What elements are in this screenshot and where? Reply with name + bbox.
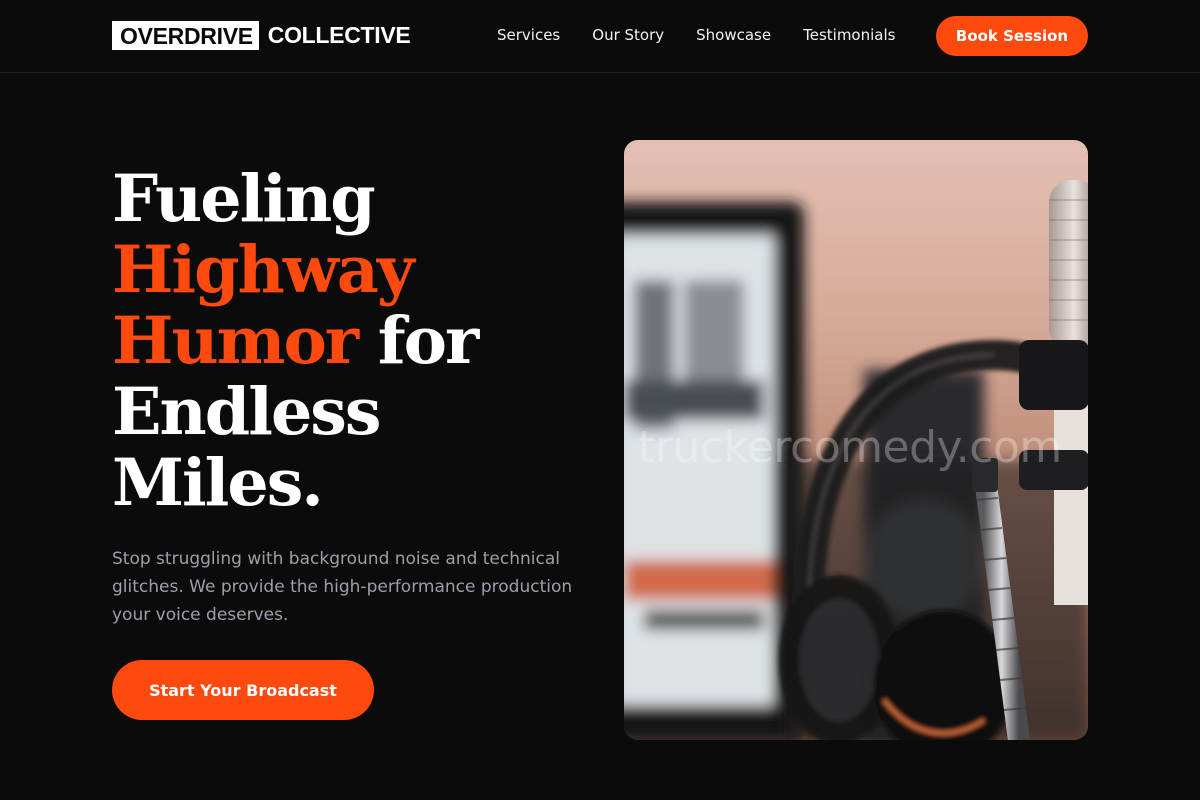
nav-link-services[interactable]: Services (497, 26, 560, 44)
book-session-button[interactable]: Book Session (936, 16, 1088, 56)
logo-box-text: OVERDRIVE (112, 21, 259, 50)
headline-line-3-accent: Humor (112, 303, 359, 379)
headline-line-4: Endless (112, 374, 381, 450)
hero-headline: Fueling Highway Humor for Endless Miles. (112, 164, 582, 519)
start-broadcast-button[interactable]: Start Your Broadcast (112, 660, 374, 720)
site-header: OVERDRIVE COLLECTIVE Services Our Story … (0, 0, 1200, 73)
headline-line-5: Miles. (112, 445, 324, 521)
logo-rest-text: COLLECTIVE (267, 22, 411, 48)
headline-line-3-rest: for (357, 303, 480, 379)
hero-studio-image: truckercomedy.com (624, 140, 1088, 740)
logo[interactable]: OVERDRIVE COLLECTIVE (112, 21, 411, 50)
nav-link-showcase[interactable]: Showcase (696, 26, 771, 44)
nav-link-our-story[interactable]: Our Story (592, 26, 664, 44)
hero-subtext: Stop struggling with background noise an… (112, 549, 573, 625)
headline-line-2-accent: Highway (112, 232, 415, 308)
headline-line-1: Fueling (112, 161, 376, 237)
image-watermark: truckercomedy.com (638, 422, 1062, 473)
nav-link-testimonials[interactable]: Testimonials (803, 26, 895, 44)
main-nav: Services Our Story Showcase Testimonials (497, 26, 895, 44)
